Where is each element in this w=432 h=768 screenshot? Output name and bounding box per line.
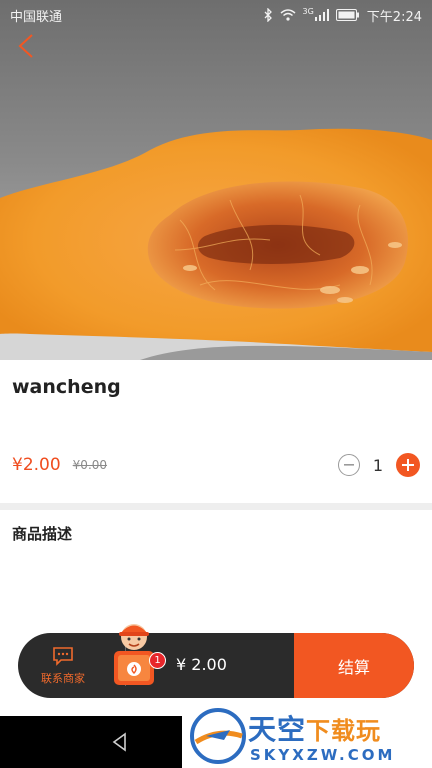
- network-type: 3G: [302, 6, 314, 16]
- product-price: ¥2.00: [12, 455, 61, 475]
- bluetooth-icon: [263, 8, 273, 22]
- original-price: ¥0.00: [72, 458, 108, 472]
- battery-icon: [335, 9, 360, 21]
- watermark-title-accent: 下载玩: [306, 717, 382, 745]
- product-image: [0, 0, 432, 360]
- clock: 下午2:24: [366, 9, 422, 25]
- watermark: 天空下载玩 SKYXZW.COM: [182, 704, 432, 768]
- checkout-button[interactable]: 结算: [294, 633, 414, 698]
- back-button[interactable]: [10, 30, 42, 62]
- cart-badge: 1: [149, 652, 166, 669]
- wifi-icon: [280, 9, 296, 21]
- price-row: ¥2.00 ¥0.00 1: [12, 451, 420, 479]
- chat-icon: [53, 646, 73, 666]
- description-title: 商品描述: [12, 525, 73, 543]
- chevron-left-icon: [18, 34, 33, 58]
- watermark-title: 天空下载玩: [248, 708, 381, 748]
- contact-seller-button[interactable]: 联系商家: [18, 633, 108, 698]
- plus-icon: [402, 459, 414, 471]
- contact-seller-label: 联系商家: [41, 671, 85, 685]
- nav-back-button[interactable]: [108, 730, 132, 754]
- minus-icon: [344, 464, 354, 466]
- decrease-quantity-button[interactable]: [338, 454, 360, 476]
- status-bar: 中国联通 3G 下午2:24: [0, 0, 432, 30]
- watermark-logo-icon: [190, 708, 246, 764]
- pumpkin-photo: [0, 128, 432, 360]
- product-name: wancheng: [12, 376, 121, 398]
- section-divider: [0, 503, 432, 510]
- quantity-value: 1: [372, 455, 384, 475]
- increase-quantity-button[interactable]: [396, 453, 420, 477]
- carrier-label: 中国联通: [10, 9, 63, 25]
- watermark-title-main: 天空: [248, 713, 307, 746]
- watermark-url: SKYXZW.COM: [250, 746, 396, 764]
- quantity-stepper: 1: [338, 453, 420, 477]
- triangle-back-icon: [112, 732, 126, 752]
- cart-total: ¥ 2.00: [176, 655, 227, 674]
- cart-bar: 联系商家 结算 ¥ 2.00: [18, 633, 414, 698]
- signal-icon: [314, 9, 329, 21]
